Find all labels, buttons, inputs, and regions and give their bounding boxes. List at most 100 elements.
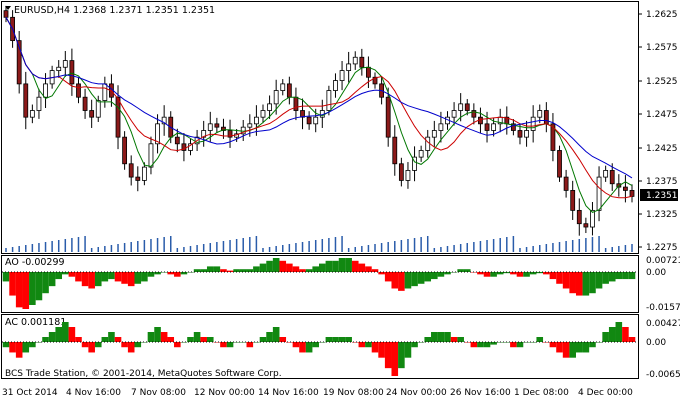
ac-bar — [575, 342, 583, 353]
ac-bar — [108, 332, 115, 342]
ac-bar — [55, 327, 63, 342]
ao-bar — [9, 272, 16, 296]
candle-body — [273, 90, 279, 105]
candle-body — [115, 96, 121, 138]
symbol-header: EURUSD,H4 1.2368 1.2371 1.2351 1.2351 — [14, 5, 215, 16]
ac-bar — [305, 342, 313, 353]
ac-bar — [332, 337, 339, 342]
ao-bar — [608, 272, 616, 282]
ac-bar — [338, 337, 346, 342]
ao-bar — [279, 260, 287, 272]
candle-body — [76, 83, 81, 98]
time-label: 4 Dec 00:00 — [578, 388, 633, 398]
price-tick: 1.2625 — [646, 10, 678, 20]
ao-bar — [319, 263, 326, 272]
ac-bar — [299, 342, 306, 353]
ac-bar — [101, 337, 109, 342]
ac-bar — [160, 332, 168, 342]
ac-bar — [424, 337, 432, 342]
candle-body — [405, 170, 411, 181]
ac-bar — [279, 337, 287, 342]
ao-bar — [174, 272, 181, 277]
ac-bar — [62, 322, 69, 342]
ao-y-axis: 0.00721 0.00 -0.01571 — [646, 256, 680, 313]
ac-bar — [147, 332, 155, 342]
time-label: 14 Nov 16:00 — [258, 388, 319, 398]
ac-bar — [187, 337, 194, 342]
ao-bar — [68, 272, 76, 277]
candle-body — [36, 96, 42, 111]
ac-bar — [68, 327, 76, 342]
candle-body — [484, 123, 490, 131]
ac-bar — [602, 332, 609, 342]
candle-body — [247, 123, 253, 128]
ac-bar — [88, 342, 95, 353]
candle-body — [333, 80, 338, 91]
ao-bar — [272, 258, 280, 272]
candle-body — [366, 66, 371, 78]
ac-bar — [437, 332, 445, 342]
price-tick: 1.2325 — [646, 210, 678, 220]
ao-bar — [94, 272, 102, 287]
ac-bar — [371, 342, 379, 353]
ao-bar — [127, 272, 135, 287]
ao-bar — [266, 260, 273, 272]
candle-body — [563, 176, 569, 191]
candle-body — [530, 116, 536, 131]
candle-body — [102, 83, 108, 101]
candle-body — [464, 103, 470, 111]
ac-bar — [404, 342, 412, 358]
ac-bar — [351, 342, 359, 343]
ac-bar — [628, 337, 636, 342]
candle-body — [286, 83, 292, 98]
candle-body — [418, 150, 424, 158]
ac-bar — [608, 327, 616, 342]
price-y-axis: 1.2625 1.2575 1.2525 1.2475 1.2425 1.237… — [646, 10, 678, 253]
ao-bar — [253, 266, 260, 272]
candle-body — [43, 83, 48, 98]
ao-bar — [345, 258, 352, 272]
ao-bar — [338, 258, 346, 272]
ao-tick: 0.00721 — [646, 256, 680, 266]
ac-bar — [444, 332, 451, 342]
ao-bar — [213, 266, 221, 272]
candle-body — [23, 83, 29, 118]
ac-bar — [345, 337, 352, 342]
copyright-label: BCS Trade Station, © 2001-2014, MetaQuot… — [5, 369, 282, 379]
ac-bar — [378, 342, 385, 358]
ac-label: AC 0.001181 — [5, 317, 66, 328]
ac-bar — [154, 327, 161, 342]
ac-bar — [180, 342, 188, 343]
ao-bar — [42, 272, 49, 294]
candle-body — [431, 130, 437, 138]
candle-body — [260, 110, 266, 118]
ao-bar — [516, 272, 524, 277]
ac-bar — [549, 342, 557, 348]
ao-tick: -0.01571 — [646, 303, 680, 313]
ac-bar — [266, 332, 273, 342]
ac-bar — [536, 337, 544, 342]
ac-bar — [81, 342, 89, 348]
ac-bar — [510, 342, 517, 348]
time-label: 19 Nov 08:00 — [323, 388, 384, 398]
ao-bar — [351, 260, 359, 272]
ao-bar — [35, 272, 43, 301]
time-label: 26 Nov 16:00 — [450, 388, 511, 398]
ao-bar — [312, 266, 319, 272]
ao-bar — [424, 272, 432, 282]
candle-body — [438, 123, 444, 131]
metatrader-chart[interactable]: EURUSD,H4 1.2368 1.2371 1.2351 1.2351 AO… — [0, 0, 680, 400]
candle-body — [313, 116, 319, 125]
ao-bar — [575, 272, 583, 296]
ac-bar — [411, 342, 418, 348]
candle-body — [56, 66, 62, 71]
ac-bar — [319, 342, 326, 343]
ac-bar — [477, 342, 484, 348]
ac-bar — [200, 337, 207, 342]
ac-tick: 0.004272 — [646, 319, 680, 329]
candle-body — [352, 56, 358, 65]
volume-bars — [5, 236, 633, 252]
ao-bar — [259, 263, 267, 272]
ao-bar — [108, 272, 115, 280]
time-label: 1 Dec 08:00 — [514, 388, 569, 398]
